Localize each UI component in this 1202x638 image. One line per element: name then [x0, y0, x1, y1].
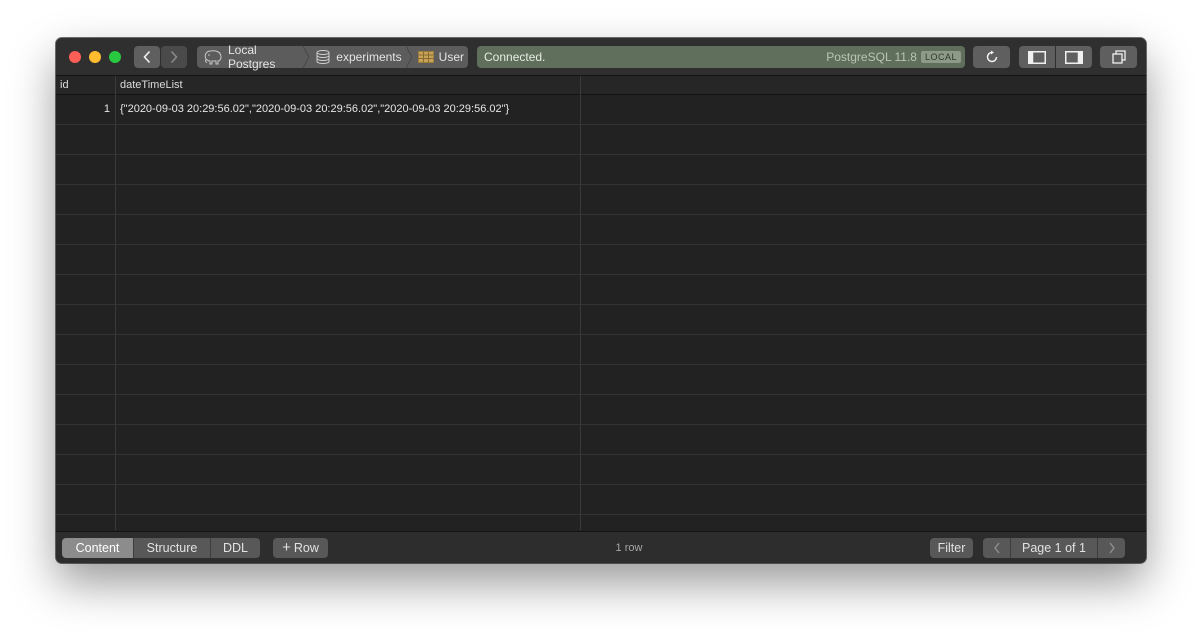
status-badge: LOCAL: [920, 51, 961, 63]
chevron-right-icon: [1108, 542, 1115, 554]
toggle-left-panel-button[interactable]: [1019, 46, 1055, 68]
windows-icon: [1111, 50, 1126, 64]
breadcrumb-connection[interactable]: Local Postgres: [197, 43, 303, 71]
cell-id[interactable]: 1: [56, 95, 115, 124]
empty-row: [56, 185, 1146, 215]
footer-bar: Content Structure DDL + Row 1 row Filter…: [56, 531, 1146, 563]
column-divider[interactable]: [580, 76, 581, 530]
minimize-window-button[interactable]: [89, 51, 101, 63]
add-row-button[interactable]: + Row: [273, 538, 328, 558]
server-version: PostgreSQL 11.8: [826, 50, 917, 64]
toolbar: Local Postgres experiments User Connecte…: [56, 38, 1146, 76]
empty-row: [56, 215, 1146, 245]
add-row-label: Row: [293, 541, 319, 555]
column-header-id[interactable]: id: [56, 76, 116, 94]
empty-row: [56, 305, 1146, 335]
next-page-button[interactable]: [1097, 538, 1125, 558]
breadcrumb-database-label: experiments: [336, 50, 402, 64]
tab-content[interactable]: Content: [62, 538, 134, 558]
left-sidebar-icon: [1028, 50, 1046, 64]
empty-row: [56, 425, 1146, 455]
empty-row: [56, 365, 1146, 395]
empty-row: [56, 245, 1146, 275]
toggle-right-panel-button[interactable]: [1056, 46, 1092, 68]
data-grid: id dateTimeList 1 {"2020-09-03 20:29:56.…: [56, 76, 1146, 530]
previous-page-button[interactable]: [983, 538, 1011, 558]
breadcrumb-database[interactable]: experiments: [309, 46, 405, 68]
filter-button[interactable]: Filter: [930, 538, 973, 558]
breadcrumb-table-label: User: [438, 50, 464, 64]
database-icon: [315, 49, 331, 65]
empty-row: [56, 335, 1146, 365]
forward-button[interactable]: [161, 46, 187, 68]
breadcrumb: Local Postgres experiments User: [197, 43, 468, 71]
chevron-right-icon: [170, 50, 178, 64]
pagination: Page 1 of 1: [983, 538, 1125, 558]
plus-icon: +: [282, 539, 291, 556]
cell-datetimelist[interactable]: {"2020-09-03 20:29:56.02","2020-09-03 20…: [116, 95, 580, 124]
tab-ddl[interactable]: DDL: [211, 538, 260, 558]
empty-row: [56, 515, 1146, 530]
chevron-left-icon: [993, 542, 1000, 554]
view-tabs: Content Structure DDL: [62, 538, 260, 558]
connection-status: Connected. PostgreSQL 11.8 LOCAL: [477, 46, 965, 68]
new-window-button[interactable]: [1100, 46, 1137, 68]
empty-row: [56, 455, 1146, 485]
breadcrumb-table[interactable]: User: [412, 46, 468, 68]
page-indicator: Page 1 of 1: [1011, 538, 1097, 558]
elephant-icon: [203, 49, 223, 65]
table-icon: [417, 51, 434, 63]
tab-structure[interactable]: Structure: [134, 538, 211, 558]
column-divider[interactable]: [115, 76, 116, 530]
empty-row: [56, 395, 1146, 425]
breadcrumb-connection-label: Local Postgres: [228, 43, 276, 71]
table-row[interactable]: 1 {"2020-09-03 20:29:56.02","2020-09-03 …: [56, 95, 1146, 125]
refresh-button[interactable]: [973, 46, 1010, 68]
status-message: Connected.: [484, 50, 546, 64]
column-header-row: id dateTimeList: [56, 76, 1146, 95]
column-header-datetimelist[interactable]: dateTimeList: [116, 76, 581, 94]
empty-row: [56, 125, 1146, 155]
refresh-icon: [986, 50, 997, 63]
app-window: Local Postgres experiments User Connecte…: [56, 38, 1146, 563]
empty-row: [56, 155, 1146, 185]
back-button[interactable]: [134, 46, 160, 68]
empty-row: [56, 275, 1146, 305]
right-sidebar-icon: [1065, 50, 1083, 64]
zoom-window-button[interactable]: [109, 51, 121, 63]
table-body: 1 {"2020-09-03 20:29:56.02","2020-09-03 …: [56, 95, 1146, 530]
empty-row: [56, 485, 1146, 515]
chevron-left-icon: [143, 50, 151, 64]
close-window-button[interactable]: [69, 51, 81, 63]
